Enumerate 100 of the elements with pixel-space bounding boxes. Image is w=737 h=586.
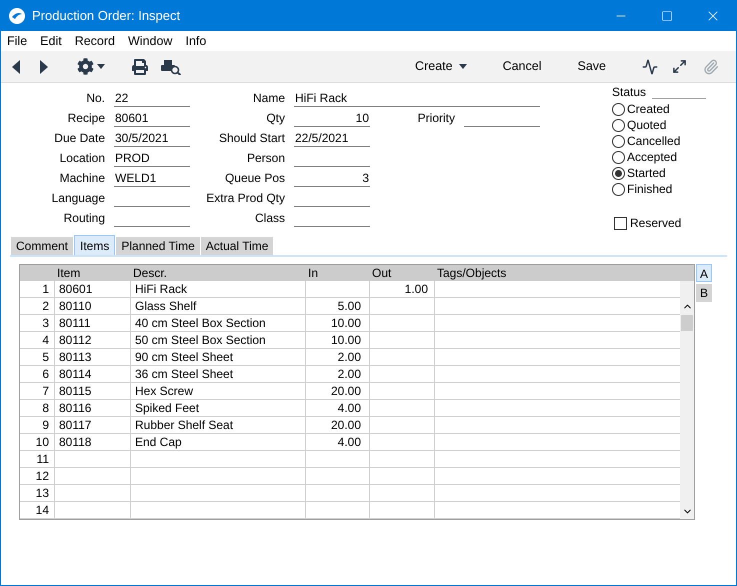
- table-cell: 80110: [54, 298, 130, 314]
- scrollbar[interactable]: [680, 281, 694, 519]
- menu-item[interactable]: Edit: [40, 32, 62, 50]
- checkbox-label: Reserved: [630, 215, 682, 232]
- field-label: Routing: [62, 210, 105, 227]
- pulse-icon[interactable]: [642, 58, 658, 74]
- table-cell: 80112: [54, 332, 130, 348]
- field-label: Due Date: [53, 130, 105, 147]
- radio-button[interactable]: [612, 102, 625, 116]
- expand-icon[interactable]: [672, 59, 687, 74]
- radio-label: Finished: [627, 181, 672, 198]
- field-label: Recipe: [66, 110, 105, 127]
- table-cell: 80114: [54, 366, 130, 382]
- input-field[interactable]: 22/5/2021: [294, 131, 370, 147]
- print-preview-icon[interactable]: [161, 58, 181, 74]
- input-field[interactable]: 30/5/2021: [114, 131, 190, 147]
- table-cell: 36 cm Steel Sheet: [130, 366, 305, 382]
- row-number: 2: [41, 298, 50, 314]
- menu-item[interactable]: Window: [128, 32, 172, 50]
- table-cell: Rubber Shelf Seat: [130, 417, 305, 433]
- column-header: Tags/Objects: [436, 265, 508, 281]
- field-label: Person: [246, 150, 285, 167]
- radio-button[interactable]: [612, 134, 625, 148]
- checkbox[interactable]: [614, 216, 627, 230]
- row-number: 8: [41, 400, 50, 416]
- radio-label: Accepted: [627, 149, 678, 166]
- table-cell: 40 cm Steel Box Section: [130, 315, 305, 331]
- input-field[interactable]: WELD1: [114, 171, 190, 187]
- field-label: Name: [252, 90, 285, 107]
- table-cell: 80113: [54, 349, 130, 365]
- column-header: Out: [371, 265, 392, 281]
- side-tab[interactable]: A: [696, 264, 712, 282]
- tab[interactable]: Planned Time: [116, 237, 200, 255]
- table-cell: 20.00: [305, 417, 369, 433]
- field-label: Qty: [265, 110, 285, 127]
- table-cell: Hex Screw: [130, 383, 305, 399]
- input-field[interactable]: 3: [294, 171, 370, 187]
- radio-label: Cancelled: [627, 133, 680, 150]
- printer-icon[interactable]: [132, 58, 148, 74]
- scroll-thumb[interactable]: [681, 315, 693, 331]
- radio-label: Created: [627, 101, 670, 118]
- toolbar-button[interactable]: Cancel: [492, 54, 552, 78]
- field-label: Location: [58, 150, 105, 167]
- tab[interactable]: Actual Time: [200, 237, 274, 255]
- menu-item[interactable]: File: [7, 32, 28, 50]
- table-cell: Spiked Feet: [130, 400, 305, 416]
- table-cell: 80116: [54, 400, 130, 416]
- radio-button[interactable]: [612, 182, 625, 196]
- radio-label: Quoted: [627, 117, 666, 134]
- paperclip-icon[interactable]: [703, 58, 719, 74]
- back-arrow-icon[interactable]: [12, 60, 20, 74]
- row-number: 9: [41, 417, 50, 433]
- field-label: No.: [85, 90, 105, 107]
- table-cell: 90 cm Steel Sheet: [130, 349, 305, 365]
- table-cell: 80118: [54, 434, 130, 450]
- table-cell: Glass Shelf: [130, 298, 305, 314]
- input-field[interactable]: 80601: [114, 111, 190, 127]
- row-number: 10: [34, 434, 50, 450]
- caret-icon: [97, 64, 105, 69]
- side-tab[interactable]: B: [696, 284, 712, 302]
- table-cell: HiFi Rack: [130, 281, 305, 297]
- forward-arrow-icon[interactable]: [40, 60, 48, 74]
- field-label: Extra Prod Qty: [205, 190, 285, 207]
- table-cell: 80601: [54, 281, 130, 297]
- toolbar-button[interactable]: Save: [568, 54, 616, 78]
- table-cell: 80117: [54, 417, 130, 433]
- input-field[interactable]: 10: [294, 111, 370, 127]
- field-label: Queue Pos: [224, 170, 285, 187]
- tab[interactable]: Comment: [11, 237, 74, 255]
- input-field[interactable]: PROD: [114, 151, 190, 167]
- row-number: 14: [34, 502, 50, 518]
- input-field[interactable]: HiFi Rack: [294, 91, 540, 107]
- window-title: Production Order: Inspect: [32, 7, 180, 26]
- table-cell: 5.00: [305, 298, 369, 314]
- radio-button[interactable]: [612, 166, 625, 180]
- settings-icon[interactable]: [77, 58, 94, 75]
- field-label: Should Start: [218, 130, 285, 147]
- row-number: 3: [41, 315, 50, 331]
- row-number: 7: [41, 383, 50, 399]
- table-cell: 50 cm Steel Box Section: [130, 332, 305, 348]
- row-number: 11: [36, 451, 50, 467]
- row-number: 6: [41, 366, 50, 382]
- row-number: 1: [41, 281, 50, 297]
- column-header: Item: [56, 265, 82, 281]
- maximize-icon[interactable]: [661, 10, 673, 22]
- table-cell: 80115: [54, 383, 130, 399]
- row-number: 4: [41, 332, 50, 348]
- caret-icon: [458, 64, 467, 69]
- app-logo-icon: [9, 8, 25, 24]
- table-cell: 2.00: [305, 366, 369, 382]
- radio-button[interactable]: [612, 150, 625, 164]
- tab[interactable]: Items: [74, 235, 116, 255]
- toolbar-button[interactable]: Create: [405, 54, 477, 78]
- menu-item[interactable]: Record: [74, 32, 115, 50]
- row-number: 5: [41, 349, 50, 365]
- radio-label: Started: [627, 165, 666, 182]
- menu-item[interactable]: Info: [185, 32, 206, 50]
- field-label: Language: [50, 190, 105, 207]
- input-field[interactable]: 22: [114, 91, 190, 107]
- radio-button[interactable]: [612, 118, 625, 132]
